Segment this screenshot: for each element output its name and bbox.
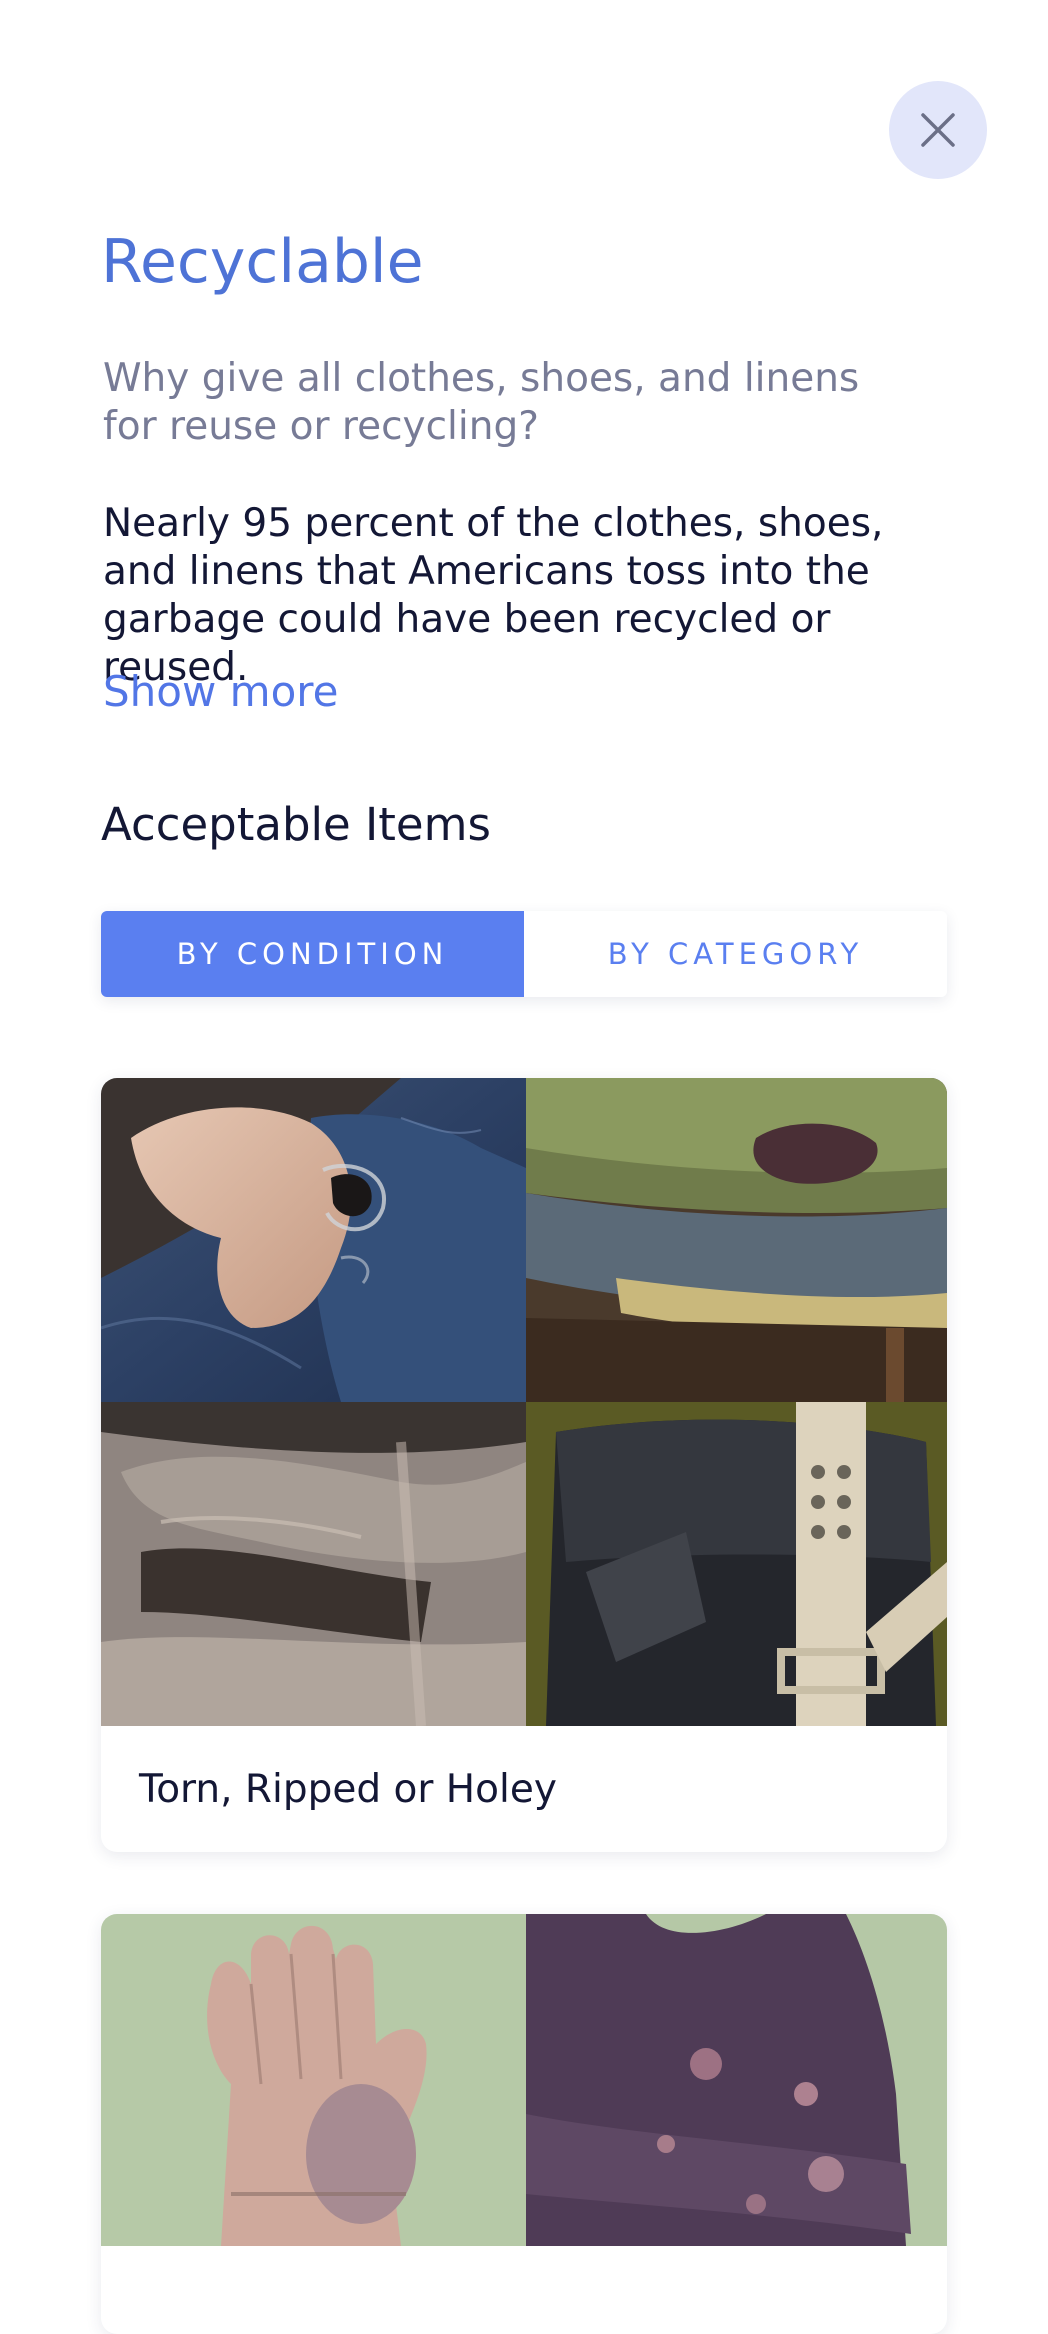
show-more-link[interactable]: Show more — [103, 664, 338, 720]
tab-by-category[interactable]: BY CATEGORY — [524, 911, 947, 997]
section-heading: Acceptable Items — [101, 798, 491, 851]
view-toggle: BY CONDITION BY CATEGORY — [101, 911, 947, 997]
card-label — [101, 2246, 947, 2334]
condition-card[interactable]: Torn, Ripped or Holey — [101, 1078, 947, 1852]
close-icon — [921, 113, 955, 147]
worn-glove-photo — [101, 1914, 526, 2246]
tab-by-condition[interactable]: BY CONDITION — [101, 911, 524, 997]
worn-leather-bag-with-belt-photo — [526, 1402, 947, 1726]
card-photo-grid — [101, 1078, 947, 1726]
close-button[interactable] — [889, 81, 987, 179]
page-title: Recyclable — [101, 227, 424, 297]
ripped-denim-photo — [101, 1078, 526, 1402]
page-subtitle: Why give all clothes, shoes, and linens … — [103, 356, 860, 449]
card-label: Torn, Ripped or Holey — [139, 1766, 557, 1812]
card-photo-grid — [101, 1914, 947, 2246]
worn-upholstered-stool-photo — [526, 1078, 947, 1402]
stained-sleeve-photo — [526, 1914, 947, 2246]
condition-card[interactable] — [101, 1914, 947, 2334]
frayed-towel-photo — [101, 1402, 526, 1726]
